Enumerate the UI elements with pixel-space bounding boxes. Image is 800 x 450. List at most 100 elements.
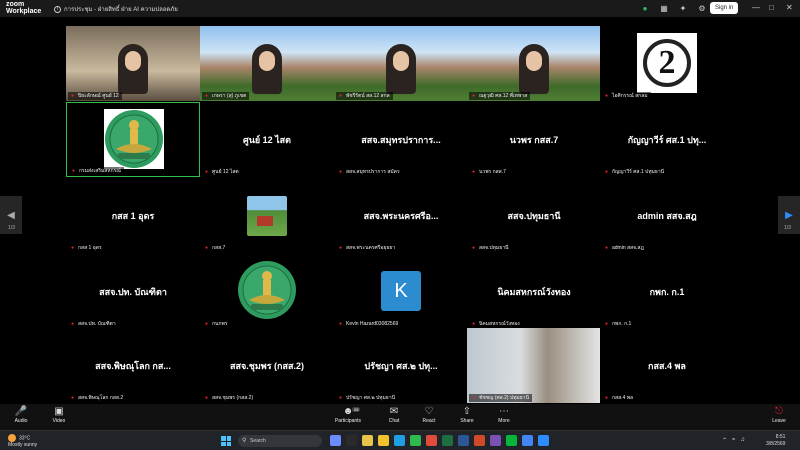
chevron-up-icon[interactable]: ⌃ (722, 437, 727, 444)
participant-name: กสส.4 พล (612, 395, 634, 401)
participant-name-tag: ● กสส.4 พล (602, 394, 637, 402)
maximize-icon[interactable]: □ (769, 3, 774, 13)
microphone-muted-icon: ● (472, 168, 476, 175)
app-icon-line[interactable] (506, 435, 517, 446)
heart-icon: ♡ (424, 406, 434, 417)
participant-display-name: admin สสจ.สฎ (637, 211, 697, 221)
participant-display-name: สสจ.ปทุมธานี (507, 211, 561, 221)
app-icon-edge[interactable] (394, 435, 405, 446)
participant-tile[interactable]: นวพร กสส.7 ● นวพร กสส.7 (467, 102, 601, 177)
microphone-muted-icon: ● (472, 92, 476, 99)
participant-tile[interactable]: สสจ.สมุทรปราการ... ● สสจ.สมุทรปราการ สมัคร (334, 102, 468, 177)
participant-name-tag: ● ไอศิกรรณ์ สกลม (602, 92, 651, 100)
participant-name-tag: ● นวพร กสส.7 (469, 168, 509, 176)
app-icon-taskview[interactable] (346, 435, 357, 446)
participant-tile[interactable]: ● ปิยะลักษณ์ ศูนย์ 12 (66, 26, 200, 101)
participant-tile[interactable]: สสจ.พิษณุโลก กส... ● สสจ.พิษณุโลก กสส.2 (66, 328, 200, 403)
participant-display-name: ปรัชญา ศส.๒ ปทุ... (364, 361, 438, 371)
participant-tile[interactable]: สสจ.ปทุมธานี ● สสจ.ปทุมธานี (467, 178, 601, 253)
app-icon-powerpoint[interactable] (474, 435, 485, 446)
participant-silhouette (386, 44, 416, 94)
sign-in-button[interactable]: Sign in (710, 2, 739, 14)
participant-tile[interactable]: K ● Kevin Hazard03082569 (334, 254, 468, 329)
more-button[interactable]: ⋯ More (487, 406, 521, 424)
chat-button[interactable]: ✉ Chat (377, 406, 411, 424)
participant-tile[interactable]: 2 ● ไอศิกรรณ์ สกลม (600, 26, 734, 101)
app-icon-word[interactable] (458, 435, 469, 446)
volume-icon[interactable]: ♫ (740, 437, 745, 444)
react-label: React (422, 418, 436, 424)
participant-name: ปรัชญา ศส.๒ ปทุมธานี (346, 395, 396, 401)
participants-button[interactable]: ☻ 25 Participants (331, 406, 365, 424)
taskbar-search-box[interactable]: ⚲ Search (238, 435, 322, 447)
participant-tile[interactable]: ● เกษรา (สุ) ภูเขต (200, 26, 334, 101)
share-button[interactable]: ⇧ Share (450, 406, 484, 424)
weather-widget[interactable]: 33°C Mostly sunny (8, 434, 37, 448)
windows-start-icon[interactable] (221, 436, 231, 446)
participant-tile[interactable]: ● พัชรีรัตน์ สส.12 สกล (334, 26, 468, 101)
sun-icon (8, 434, 16, 442)
app-icon-office[interactable] (426, 435, 437, 446)
participant-name: เกษรา (สุ) ภูเขต (212, 93, 247, 99)
microphone-muted-icon: ● (605, 244, 609, 251)
participant-tile[interactable]: ● ณฐวุฒิ ศส.12 พี่เทพาส (467, 26, 601, 101)
leave-button[interactable]: ⎋ Leave (762, 406, 796, 424)
leave-label: Leave (772, 418, 786, 424)
participant-name: สสจ.พระนครศรีอยุธยา (346, 245, 396, 251)
participant-tile[interactable]: ● กนกพร (200, 254, 334, 329)
participant-tile[interactable]: สสจ.ชุมพร (กสส.2) ● สสจ.ชุมพร (กสส.2) (200, 328, 334, 403)
zoom-logo: zoom Workplace (6, 1, 41, 15)
app-icon-excel[interactable] (442, 435, 453, 446)
app-icon-zoom[interactable] (538, 435, 549, 446)
system-tray[interactable]: ⌃ ≈ ♫ (722, 437, 745, 444)
participant-tile[interactable]: ● กรมส่งเสริมสหกรณ์ (66, 102, 200, 177)
avatar-logo: 2 (637, 33, 697, 93)
participant-tile[interactable]: สสจ.พระนครศรีอ... ● สสจ.พระนครศรีอยุธยา (334, 178, 468, 253)
participant-name: กนกพร (212, 321, 228, 327)
page-indicator-right: 1/3 (784, 225, 791, 231)
participant-tile[interactable]: กพก. ก.1 ● กพก. ก.1 (600, 254, 734, 329)
participant-display-name: สสจ.พิษณุโลก กส... (95, 361, 171, 371)
participant-display-name: กสส 1 อุดร (111, 211, 155, 221)
participant-name-tag: ● สสจ.ปทุมธานี (469, 244, 512, 252)
app-icon-copilot[interactable] (362, 435, 373, 446)
info-icon[interactable]: i (54, 5, 61, 13)
effects-icon[interactable]: ✦ (678, 3, 688, 13)
minimize-icon[interactable]: — (752, 3, 760, 13)
app-icon-widgets[interactable] (330, 435, 341, 446)
settings-icon[interactable]: ⚙ (697, 3, 707, 13)
microphone-muted-icon: ● (205, 92, 209, 99)
microphone-muted-icon: 🎤 (14, 406, 28, 417)
react-button[interactable]: ♡ React (412, 406, 446, 424)
taskbar-clock[interactable]: 8:51 3/8/2569 (766, 434, 785, 448)
participant-tile[interactable]: admin สสจ.สฎ ● admin สสจ.สฎ (600, 178, 734, 253)
participant-name: กรมส่งเสริมสหกรณ์ (79, 168, 121, 174)
participant-tile[interactable]: กสส 1 อุดร ● กสส 1 อุดร (66, 178, 200, 253)
participant-tile[interactable]: กสส.4 พล ● กสส.4 พล (600, 328, 734, 403)
meeting-info[interactable]: i การประชุม - ฝ่ายสิทธิ์ ฝ่าย AI ความปลอ… (54, 4, 178, 14)
participant-tile[interactable]: สสจ.ปท. บัณฑิตา ● สสจ.ปท. บัณฑิตา (66, 254, 200, 329)
participant-tile[interactable]: ● กสส.7 (200, 178, 334, 253)
participant-tile[interactable]: ปรัชญา ศส.๒ ปทุ... ● ปรัชญา ศส.๒ ปทุมธานี (334, 328, 468, 403)
participant-name-tag: ● สสจ.ชุมพร (กสส.2) (202, 394, 257, 402)
participant-name: ไอศิกรรณ์ สกลม (612, 93, 648, 99)
participant-name: ณฐวุฒิ ศส.12 พี่เทพาส (479, 93, 528, 99)
close-icon[interactable]: ✕ (786, 3, 793, 13)
participant-tile[interactable]: นิคมสหกรณ์วังทอง ● นิคมสหกรณ์วังทอง (467, 254, 601, 329)
audio-button[interactable]: 🎤 Audio (4, 406, 38, 424)
app-icon-chrome[interactable] (410, 435, 421, 446)
participant-name: Kevin Hazard03082569 (346, 321, 399, 327)
wifi-icon[interactable]: ≈ (732, 437, 735, 444)
app-icon-teams[interactable] (490, 435, 501, 446)
participant-tile[interactable]: ศูนย์ 12 ไสต ● ศูนย์ 12 ไสต (200, 102, 334, 177)
participant-name: ศูนย์ 12 ไสต (212, 169, 239, 175)
app-icon-explorer[interactable] (378, 435, 389, 446)
participant-display-name: กพก. ก.1 (649, 287, 685, 297)
security-shield-icon[interactable]: ● (640, 3, 650, 13)
video-button[interactable]: ▣ Video (42, 406, 76, 424)
microphone-muted-icon: ● (472, 320, 476, 327)
participant-tile[interactable]: กัญญาวีร์ ศส.1 ปทุ... ● กัญญาวีร์ ศส.1 ปทุ… (600, 102, 734, 177)
participant-tile[interactable]: ● ชัชชญ (ศส.2) ปทุมธานี (467, 328, 601, 403)
app-icon-chrome-2[interactable] (522, 435, 533, 446)
gallery-view-icon[interactable]: ▦ (659, 3, 669, 13)
